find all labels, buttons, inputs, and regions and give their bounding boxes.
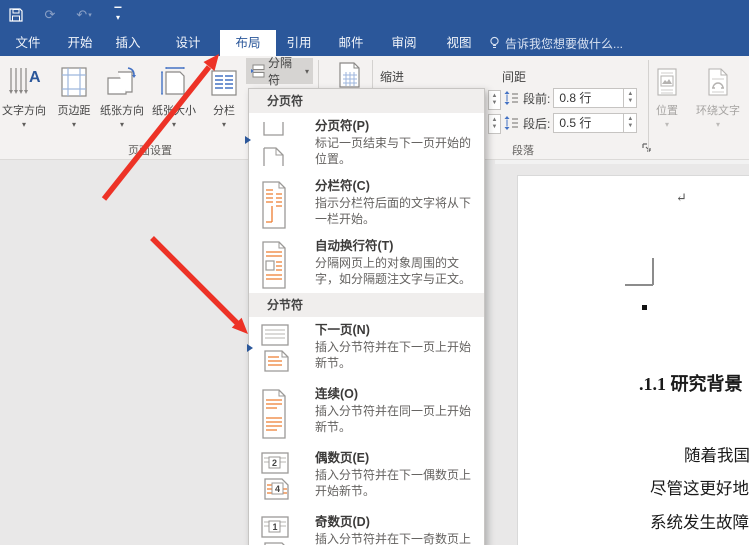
spacing-before-label: 段前:: [523, 90, 550, 107]
pilcrow-mark: ↵: [676, 190, 687, 206]
dropdown-caret: ▾: [645, 121, 689, 129]
orientation-button[interactable]: 纸张方向 ▾: [99, 62, 145, 134]
position-button[interactable]: 位置 ▾: [645, 62, 689, 134]
page-setup-group-label: 页面设置: [128, 142, 172, 158]
section-next-page-icon: [259, 324, 289, 381]
tab-file[interactable]: 文件: [6, 30, 50, 56]
document-paragraph: 尽管这更好地: [650, 475, 749, 499]
paper-size-icon: [151, 62, 197, 98]
spacing-after-spinner[interactable]: ▲▼: [624, 113, 637, 133]
menu-item-page-break[interactable]: 分页符(P) 标记一页结束与下一页开始的位置。: [249, 113, 484, 173]
spacing-after-row: 段后: 0.5 行 ▲▼: [504, 113, 637, 133]
paragraph-dialog-launcher[interactable]: [642, 143, 652, 153]
svg-text:4: 4: [275, 484, 280, 494]
dropdown-caret: ▾: [151, 121, 197, 129]
annotation-arrow-to-next-page-item: [152, 238, 248, 334]
quick-access-toolbar: ⟳ ↶▾ ▔▾: [6, 3, 128, 27]
dropdown-caret: ▾: [305, 67, 309, 76]
text-direction-button[interactable]: A 文字方向 ▾: [1, 62, 47, 134]
ribbon-tab-row: 文件 开始 插入 设计 布局 引用 邮件 审阅 视图 告诉我您想要做什么...: [0, 30, 749, 56]
text-direction-icon: A: [1, 62, 47, 98]
document-paragraph: 随着我国: [684, 442, 749, 466]
spacing-after-input[interactable]: 0.5 行: [553, 113, 624, 133]
dropdown-caret: ▾: [690, 121, 746, 129]
indent-left-spinner[interactable]: ▲▼: [488, 90, 501, 110]
wrap-text-icon: [690, 62, 746, 98]
selected-item-marker: [247, 344, 253, 352]
indent-right-spinner[interactable]: ▲▼: [488, 114, 501, 134]
paper-size-button[interactable]: 纸张大小 ▾: [151, 62, 197, 134]
spacing-before-spinner[interactable]: ▲▼: [624, 88, 637, 108]
title-bar: ⟳ ↶▾ ▔▾: [0, 0, 749, 30]
menu-item-text-wrapping-break[interactable]: 自动换行符(T) 分隔网页上的对象周围的文字，如分隔题注文字与正文。: [249, 233, 484, 293]
dropdown-caret: ▾: [51, 121, 97, 129]
breaks-button[interactable]: 分隔符 ▾: [246, 58, 313, 84]
spacing-column-label: 间距: [502, 68, 526, 85]
tab-insert[interactable]: 插入: [106, 30, 150, 56]
orientation-icon: [99, 62, 145, 98]
undo-icon[interactable]: ↶▾: [74, 5, 94, 25]
document-heading: .1.1 研究背景: [639, 370, 743, 396]
breaks-dropdown-menu: 分页符 分页符(P) 标记一页结束与下一页开始的位置。 分栏符(C): [248, 88, 485, 545]
margin-corner-mark: [625, 284, 653, 286]
columns-button[interactable]: 分栏 ▾: [203, 62, 245, 134]
spacing-after-label: 段后:: [523, 115, 550, 132]
column-break-icon: [259, 180, 289, 233]
page-break-icon: [259, 120, 289, 173]
spacing-before-input[interactable]: 0.8 行: [553, 88, 624, 108]
menu-section-header-section-breaks: 分节符: [249, 293, 484, 317]
spacing-after-icon: [504, 115, 519, 131]
dropdown-caret: ▾: [99, 121, 145, 129]
spacing-before-icon: [504, 90, 519, 106]
tell-me-box[interactable]: 告诉我您想要做什么...: [489, 30, 623, 56]
bullet-mark: [642, 305, 647, 310]
svg-text:A: A: [29, 69, 41, 86]
grid-page-icon: [334, 62, 364, 88]
section-continuous-icon: [259, 388, 289, 445]
spacing-before-row: 段前: 0.8 行 ▲▼: [504, 88, 637, 108]
section-odd-page-icon: 1 3: [259, 516, 289, 545]
tab-layout[interactable]: 布局: [220, 30, 276, 56]
section-even-page-icon: 2 4: [259, 452, 289, 509]
margin-corner-mark: [652, 258, 654, 285]
document-page[interactable]: ↵ .1.1 研究背景 随着我国 尽管这更好地 系统发生故障: [517, 175, 749, 545]
tab-review[interactable]: 审阅: [382, 30, 426, 56]
menu-item-section-odd-page[interactable]: 1 3 奇数页(D) 插入分节符并在下一奇数页上开始新节。: [249, 509, 484, 545]
position-icon: [645, 62, 689, 98]
tab-design[interactable]: 设计: [166, 30, 210, 56]
dropdown-caret: ▾: [203, 121, 245, 129]
save-icon[interactable]: [6, 5, 26, 25]
margins-button[interactable]: 页边距 ▾: [51, 62, 97, 134]
lightbulb-icon: [489, 36, 500, 50]
svg-text:1: 1: [273, 522, 278, 532]
menu-item-column-break[interactable]: 分栏符(C) 指示分栏符后面的文字将从下一栏开始。: [249, 173, 484, 233]
menu-item-section-next-page[interactable]: 下一页(N) 插入分节符并在下一页上开始新节。: [249, 317, 484, 381]
selected-item-marker: [245, 136, 251, 144]
page-break-button-icon: [250, 64, 265, 78]
tab-references[interactable]: 引用: [277, 30, 321, 56]
customize-qat-icon[interactable]: ▔▾: [108, 5, 128, 25]
grid-settings-button[interactable]: [334, 62, 364, 88]
redo-icon[interactable]: ⟳: [40, 5, 60, 25]
tab-home[interactable]: 开始: [58, 30, 102, 56]
svg-text:2: 2: [272, 458, 277, 468]
menu-section-header-page-breaks: 分页符: [249, 89, 484, 113]
text-wrapping-break-icon: [259, 240, 289, 293]
tab-view[interactable]: 视图: [437, 30, 481, 56]
menu-item-section-even-page[interactable]: 2 4 偶数页(E) 插入分节符并在下一偶数页上开始新节。: [249, 445, 484, 509]
indent-column-label: 缩进: [380, 68, 404, 85]
wrap-text-button[interactable]: 环绕文字 ▾: [690, 62, 746, 134]
paragraph-group-label: 段落: [512, 142, 534, 158]
columns-icon: [203, 62, 245, 98]
dropdown-caret: ▾: [1, 121, 47, 129]
document-top-strip: [495, 160, 749, 164]
menu-item-section-continuous[interactable]: 连续(O) 插入分节符并在同一页上开始新节。: [249, 381, 484, 445]
margins-icon: [51, 62, 97, 98]
tell-me-label: 告诉我您想要做什么...: [505, 35, 623, 52]
tab-mailings[interactable]: 邮件: [329, 30, 373, 56]
document-paragraph: 系统发生故障: [650, 509, 749, 533]
